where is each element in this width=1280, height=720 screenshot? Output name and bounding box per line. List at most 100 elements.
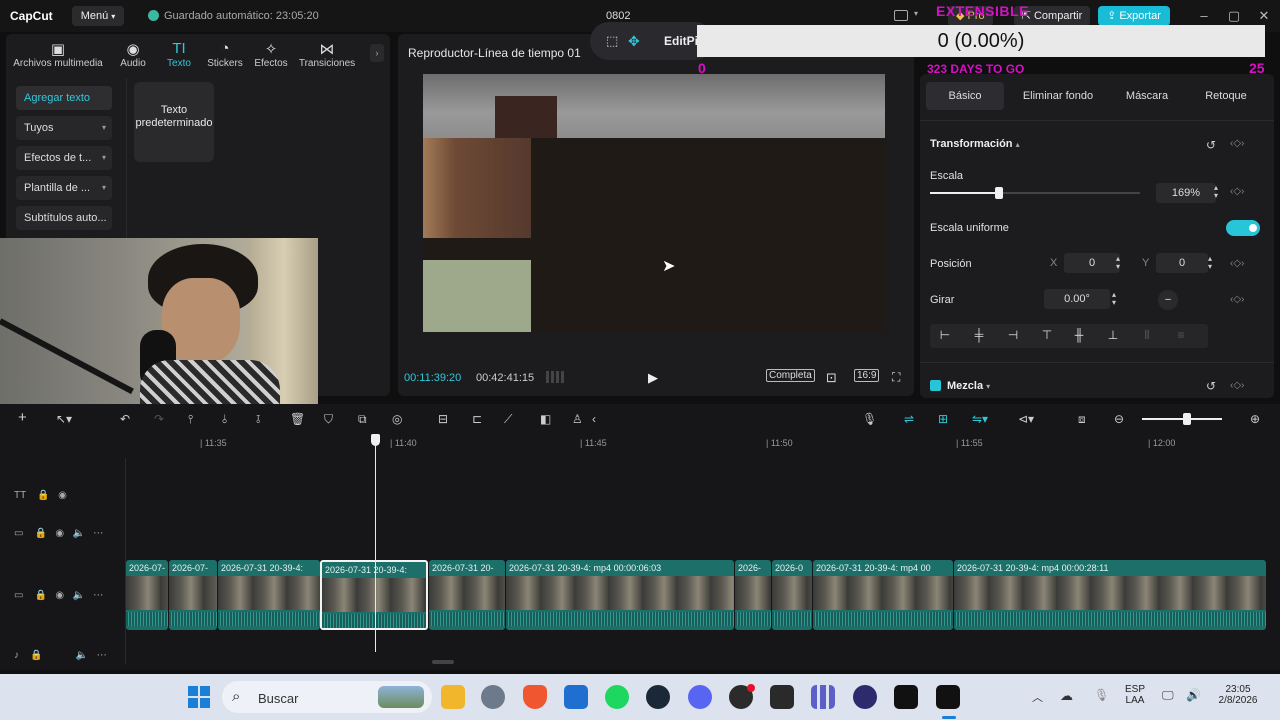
play-icon[interactable]: ▶: [648, 370, 658, 386]
settings-icon[interactable]: [481, 685, 505, 709]
person-icon[interactable]: ♙: [572, 412, 583, 426]
tab-effects[interactable]: ✧ Efectos: [240, 40, 302, 69]
reset-icon[interactable]: ↺: [1206, 138, 1216, 152]
default-text-preset[interactable]: Texto predeterminado: [134, 82, 214, 162]
transform-section-title[interactable]: Transformación ▴: [930, 138, 1020, 150]
side-item-auto-captions[interactable]: Subtítulos auto...: [16, 206, 112, 230]
delete-icon[interactable]: 🗑: [290, 412, 305, 426]
ratio-button[interactable]: 16:9: [854, 369, 880, 382]
split-left-icon[interactable]: ⫰: [222, 412, 227, 427]
project-name[interactable]: 0802: [606, 10, 630, 22]
keyframe-icon[interactable]: ‹◇›: [1230, 294, 1244, 305]
mirror-icon[interactable]: ◧: [540, 412, 551, 426]
scale-value-field[interactable]: 169%: [1156, 183, 1216, 203]
keyframe-icon[interactable]: ‹◇›: [1230, 186, 1244, 197]
side-item-templates[interactable]: Plantilla de ... ▾: [16, 176, 112, 200]
discord-icon[interactable]: [688, 685, 712, 709]
menu-button[interactable]: Menú ▾: [72, 6, 124, 26]
reset-icon[interactable]: ↺: [1206, 379, 1216, 393]
magic-icon[interactable]: ⟋: [504, 412, 512, 427]
trim-icon[interactable]: ⊏: [472, 412, 482, 426]
stepper-icon[interactable]: ▴ ▾: [1208, 255, 1212, 271]
pos-y-field[interactable]: 0: [1156, 253, 1208, 273]
speaker-icon[interactable]: 🔈: [76, 650, 88, 661]
undo-icon[interactable]: ↶: [120, 412, 130, 426]
close-icon[interactable]: ✕: [1256, 8, 1272, 24]
epic-games-icon[interactable]: [770, 685, 794, 709]
blend-section-title[interactable]: Mezcla ▾: [930, 380, 990, 392]
grid-icon[interactable]: [546, 371, 566, 383]
align-bottom-icon[interactable]: ⊥: [1104, 328, 1122, 344]
capcut-active-icon[interactable]: [936, 685, 960, 709]
maximize-icon[interactable]: ▢: [1226, 8, 1242, 24]
captions-icon[interactable]: ⧈: [1078, 412, 1086, 427]
keyframe-icon[interactable]: ‹◇›: [1230, 258, 1244, 269]
eye-icon[interactable]: ◉: [55, 590, 64, 601]
chevron-right-icon[interactable]: ›: [370, 44, 384, 62]
align-center-h-icon[interactable]: ╪: [970, 328, 988, 344]
video-clip[interactable]: 2026-07-: [169, 560, 217, 630]
stepper-icon[interactable]: ▴ ▾: [1116, 255, 1120, 271]
network-icon[interactable]: 🖵: [1162, 688, 1174, 703]
chevron-down-icon[interactable]: ▾: [914, 9, 918, 18]
align-center-v-icon[interactable]: ╫: [1070, 328, 1088, 344]
time-ruler[interactable]: | 11:35 | 11:40 | 11:45 | 11:50 | 11:55 …: [126, 434, 1280, 450]
zoom-out-icon[interactable]: ⊖: [1114, 412, 1124, 426]
zoom-slider-handle[interactable]: [1183, 413, 1191, 425]
edit-pill[interactable]: ⬚ ✥ EditPi: [590, 22, 714, 60]
tab-transitions[interactable]: ⋈ Transiciones: [294, 40, 360, 69]
marker-icon[interactable]: ⛉: [324, 412, 333, 427]
lock-icon[interactable]: 🔒: [30, 650, 42, 661]
speaker-icon[interactable]: 🔈: [72, 590, 84, 601]
microphone-icon[interactable]: 🎙: [862, 412, 877, 426]
minimize-icon[interactable]: –: [1196, 8, 1212, 24]
keyframe-icon[interactable]: ‹◇›: [1230, 138, 1244, 149]
split-right-icon[interactable]: ⫱: [256, 412, 260, 427]
lock-icon[interactable]: 🔒: [37, 490, 49, 501]
stepper-icon[interactable]: ▴ ▾: [1214, 184, 1218, 200]
video-clip[interactable]: 2026-07-31 20-39-4: mp4 00:00:06:03: [506, 560, 734, 630]
horizontal-scrollbar[interactable]: [432, 660, 454, 664]
apps-grid-icon[interactable]: [811, 685, 835, 709]
layout-icon[interactable]: [894, 10, 908, 21]
file-explorer-icon[interactable]: [441, 685, 465, 709]
microphone-icon[interactable]: 🎙: [1094, 688, 1109, 702]
checkbox-icon[interactable]: [930, 380, 941, 391]
obs-icon[interactable]: [853, 685, 877, 709]
speed-icon[interactable]: ◎: [392, 412, 402, 426]
store-icon[interactable]: [564, 685, 588, 709]
steam-icon[interactable]: [646, 685, 670, 709]
cloud-icon[interactable]: ☁: [1060, 688, 1073, 704]
snap-icon[interactable]: ⇋▾: [972, 412, 988, 426]
eye-icon[interactable]: ◉: [58, 490, 67, 501]
chevron-up-icon[interactable]: ︿: [1032, 689, 1043, 705]
freeze-icon[interactable]: ⊟: [438, 412, 448, 426]
fullscreen-icon[interactable]: ⛶: [892, 370, 900, 385]
language-indicator[interactable]: ESP LAA: [1122, 684, 1148, 706]
lock-icon[interactable]: 🔒: [35, 590, 47, 601]
quality-button[interactable]: Completa: [766, 369, 815, 382]
tab-basic[interactable]: Básico: [926, 82, 1004, 110]
export-button[interactable]: ⇪ Exportar: [1098, 6, 1170, 26]
capcut-icon[interactable]: [894, 685, 918, 709]
uniform-scale-toggle[interactable]: [1226, 220, 1260, 236]
select-icon[interactable]: ⬚: [606, 22, 618, 60]
side-item-add-text[interactable]: Agregar texto: [16, 86, 112, 110]
tab-mask[interactable]: Máscara: [1112, 82, 1182, 110]
rotate-field[interactable]: 0.00°: [1044, 289, 1110, 309]
zoom-slider[interactable]: [1142, 418, 1222, 420]
eye-icon[interactable]: ◉: [55, 528, 64, 539]
magnet-icon[interactable]: ⊞: [938, 412, 948, 426]
align-right-icon[interactable]: ⊣: [1004, 328, 1022, 344]
add-icon[interactable]: +: [18, 409, 27, 426]
link-clips-icon[interactable]: ⇌: [904, 412, 914, 426]
video-clip[interactable]: 2026-07-31 20-39-4: mp4 00:00:28:11: [954, 560, 1266, 630]
zoom-in-icon[interactable]: ⊕: [1250, 412, 1260, 426]
tab-retouch[interactable]: Retoque: [1188, 82, 1264, 110]
windows-start-icon[interactable]: [188, 686, 210, 708]
crop-icon[interactable]: ⧉: [358, 412, 367, 427]
split-icon[interactable]: ⫯: [188, 412, 193, 427]
speaker-icon[interactable]: 🔈: [72, 528, 84, 539]
keyframe-icon[interactable]: ‹◇›: [1230, 380, 1244, 391]
more-icon[interactable]: ⋯: [93, 528, 103, 539]
